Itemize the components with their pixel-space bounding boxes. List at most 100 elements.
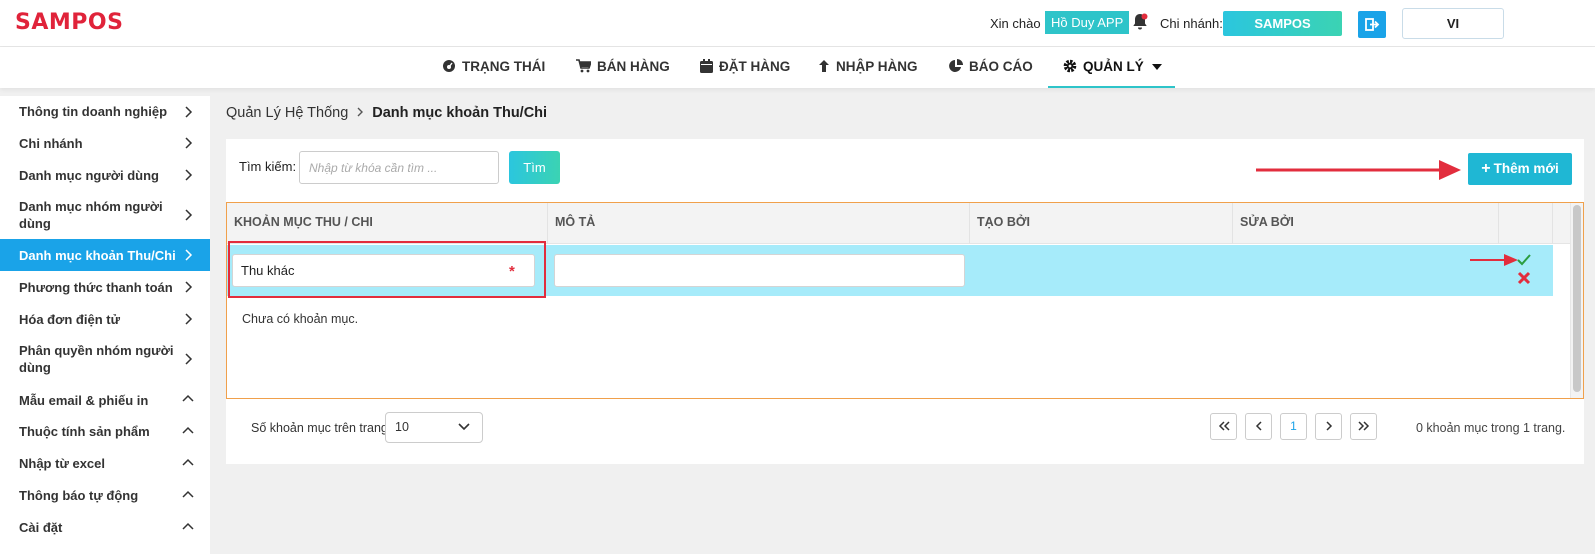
sidebar-item-cai-dat[interactable]: Cài đặt <box>0 511 210 543</box>
nav-dat-hang[interactable]: ĐẶT HÀNG <box>700 47 790 88</box>
sidebar-item-danh-muc-nhom-nguoi-dung[interactable]: Danh mục nhóm người dùng <box>0 191 210 239</box>
cart-icon <box>576 59 593 73</box>
chevron-right-icon <box>356 105 364 121</box>
sidebar-item-thong-tin-doanh-nghiep[interactable]: Thông tin doanh nghiệp <box>0 96 210 127</box>
nav-label: QUẢN LÝ <box>1083 59 1144 74</box>
sidebar-item-phuong-thuc-thanh-toan[interactable]: Phương thức thanh toán <box>0 271 210 303</box>
first-page-button[interactable] <box>1210 413 1237 440</box>
chevron-down-icon <box>458 423 470 431</box>
sidebar-item-label: Phân quyền nhóm người dùng <box>19 343 174 375</box>
chevron-right-icon <box>185 169 193 181</box>
add-new-label: Thêm mới <box>1493 161 1559 176</box>
double-chevron-right-icon <box>1357 421 1369 431</box>
bell-icon[interactable] <box>1132 13 1150 33</box>
greeting-text: Xin chào <box>990 16 1041 31</box>
sidebar-item-thuoc-tinh-san-pham[interactable]: Thuộc tính sản phẩm <box>0 415 210 447</box>
annotation-arrow <box>1256 160 1461 180</box>
sidebar-item-danh-muc-nguoi-dung[interactable]: Danh mục người dùng <box>0 159 210 191</box>
table-scrollbar[interactable] <box>1570 203 1583 398</box>
nav-label: BÁN HÀNG <box>597 59 670 74</box>
chevron-right-icon <box>185 105 193 118</box>
double-chevron-left-icon <box>1218 421 1230 431</box>
chevron-left-icon <box>1255 421 1262 431</box>
add-new-button[interactable]: + Thêm mới <box>1468 153 1572 185</box>
sidebar-item-label: Phương thức thanh toán <box>19 280 173 295</box>
logout-icon <box>1365 18 1380 31</box>
annotation-arrow <box>1470 254 1518 266</box>
column-header-khoan-muc[interactable]: KHOẢN MỤC THU / CHI <box>227 203 548 244</box>
chevron-right-icon <box>1325 421 1332 431</box>
chevron-up-icon <box>182 522 194 530</box>
chevron-right-icon <box>185 281 193 293</box>
breadcrumb: Quản Lý Hệ Thống Danh mục khoản Thu/Chi <box>226 105 547 121</box>
page-size-select[interactable]: 10 <box>385 412 483 443</box>
sidebar-item-label: Nhập từ excel <box>19 456 105 471</box>
nav-ban-hang[interactable]: BÁN HÀNG <box>576 47 670 88</box>
last-page-button[interactable] <box>1350 413 1377 440</box>
main-nav: TRẠNG THÁI BÁN HÀNG ĐẶT HÀNG NHẬP HÀNG B… <box>0 47 1595 88</box>
sidebar-item-nhap-tu-excel[interactable]: Nhập từ excel <box>0 447 210 479</box>
sidebar-item-label: Danh mục nhóm người dùng <box>19 199 163 231</box>
chevron-right-icon <box>185 137 193 149</box>
nav-trang-thai[interactable]: TRẠNG THÁI <box>442 47 545 88</box>
user-name-badge[interactable]: Hồ Duy APP <box>1045 11 1130 34</box>
column-header-tao-boi[interactable]: TẠO BỞI <box>970 203 1233 244</box>
close-icon[interactable] <box>1517 271 1531 285</box>
sidebar-item-phan-quyen-nhom-nguoi-dung[interactable]: Phân quyền nhóm người dùng <box>0 335 210 383</box>
content-panel: Tìm kiếm: Tìm +Thêm mới KHOẢN MỤC THU / … <box>226 139 1584 464</box>
empty-message: Chưa có khoản mục. <box>242 312 359 326</box>
scroll-thumb[interactable] <box>1573 205 1581 392</box>
nav-label: BÁO CÁO <box>969 59 1033 74</box>
sidebar-item-chi-nhanh[interactable]: Chi nhánh <box>0 127 210 159</box>
nav-bao-cao[interactable]: BÁO CÁO <box>949 47 1033 88</box>
chevron-right-icon <box>185 313 193 325</box>
prev-page-button[interactable] <box>1245 413 1272 440</box>
branch-label: Chi nhánh: <box>1160 16 1223 31</box>
next-page-button[interactable] <box>1315 413 1342 440</box>
language-selector[interactable]: VI <box>1402 8 1504 39</box>
branch-button[interactable]: SAMPOS <box>1223 11 1342 36</box>
breadcrumb-parent[interactable]: Quản Lý Hệ Thống <box>226 105 348 121</box>
arrow-up-icon <box>819 60 829 72</box>
sidebar-item-label: Danh mục người dùng <box>19 168 159 183</box>
check-icon[interactable] <box>1517 254 1531 266</box>
breadcrumb-current: Danh mục khoản Thu/Chi <box>372 105 548 121</box>
search-input[interactable] <box>299 151 499 184</box>
page-size-label: Số khoản mục trên trang <box>251 421 388 435</box>
nav-label: ĐẶT HÀNG <box>719 59 791 74</box>
sidebar-item-label: Cài đặt <box>19 520 63 535</box>
highlight-box <box>228 241 546 298</box>
sidebar-item-label: Thông tin doanh nghiệp <box>19 104 168 119</box>
search-label: Tìm kiếm: <box>239 159 297 174</box>
sidebar-item-danh-muc-khoan-thu-chi[interactable]: Danh mục khoản Thu/Chi <box>0 239 210 271</box>
column-header-mo-ta[interactable]: MÔ TẢ <box>548 203 970 244</box>
sidebar-item-label: Hóa đơn điện tử <box>19 312 120 327</box>
chevron-up-icon <box>182 394 194 402</box>
sidebar-item-thong-bao-tu-dong[interactable]: Thông báo tự động <box>0 479 210 511</box>
sidebar-item-label: Chi nhánh <box>19 136 83 151</box>
sidebar-item-hoa-don-dien-tu[interactable]: Hóa đơn điện tử <box>0 303 210 335</box>
pagination-info: 0 khoản mục trong 1 trang. <box>1416 421 1566 435</box>
column-header-sua-boi[interactable]: SỬA BỞI <box>1233 203 1499 244</box>
chevron-up-icon <box>182 426 194 434</box>
sidebar-item-mau-email-phieu-in[interactable]: Mẫu email & phiếu in <box>0 383 210 415</box>
calendar-icon <box>700 59 713 73</box>
logout-button[interactable] <box>1358 11 1386 38</box>
caret-down-icon <box>1151 64 1162 70</box>
plus-icon: + <box>1481 160 1491 177</box>
page-number-button[interactable]: 1 <box>1280 413 1307 440</box>
chevron-up-icon <box>182 458 194 466</box>
sidebar-item-label: Danh mục khoản Thu/Chi <box>19 248 176 263</box>
logo[interactable]: SAMPOS <box>15 10 123 35</box>
page-size-value: 10 <box>395 420 409 434</box>
table-header: KHOẢN MỤC THU / CHI MÔ TẢ TẠO BỞI SỬA BỞ… <box>227 203 1583 244</box>
description-input[interactable] <box>554 254 965 287</box>
nav-nhap-hang[interactable]: NHẬP HÀNG <box>818 47 918 88</box>
chevron-right-icon <box>185 249 193 261</box>
chevron-right-icon <box>185 353 193 365</box>
search-button[interactable]: Tìm <box>509 151 560 184</box>
pie-chart-icon <box>949 59 963 72</box>
sidebar-item-label: Thuộc tính sản phẩm <box>19 424 150 439</box>
sidebar-item-label: Thông báo tự động <box>19 488 139 503</box>
nav-quan-ly[interactable]: QUẢN LÝ <box>1048 47 1175 88</box>
